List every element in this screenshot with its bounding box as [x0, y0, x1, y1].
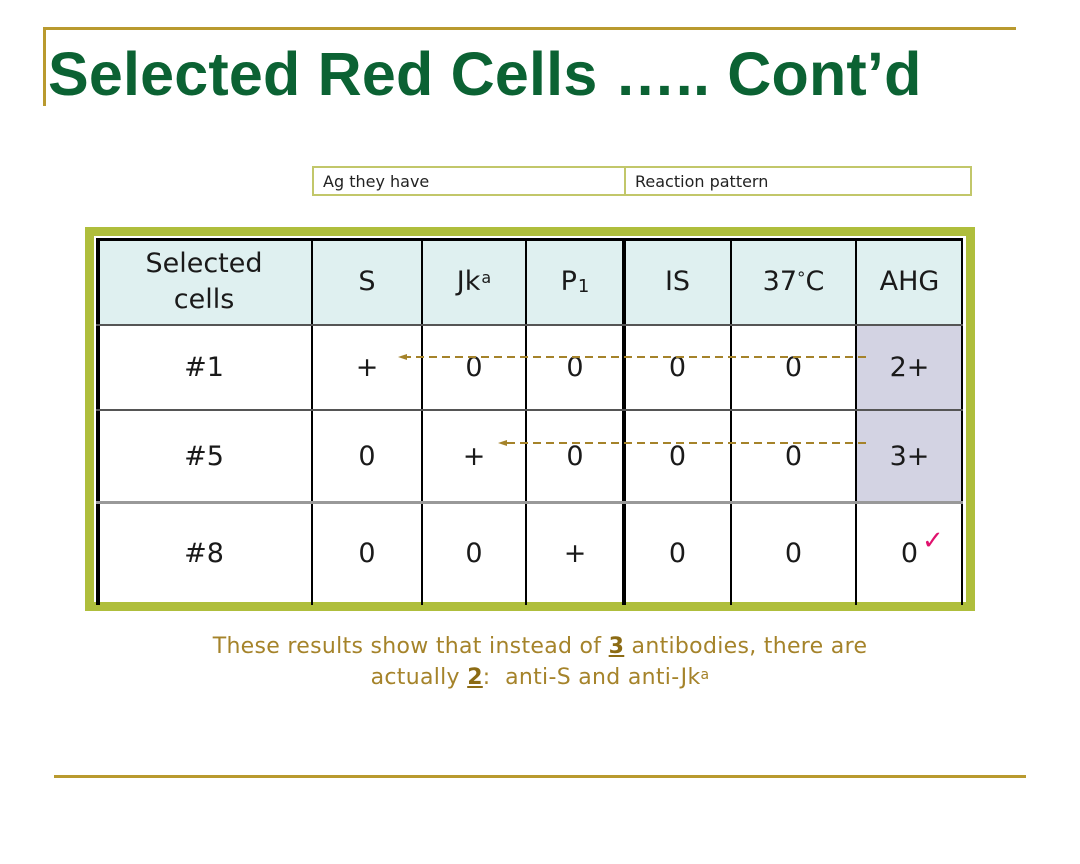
grid-line — [525, 238, 527, 605]
header-p1-sub: 1 — [577, 275, 590, 297]
row2-37c: 0 — [784, 440, 803, 472]
summary-count-2: 2 — [467, 665, 483, 690]
title-top-rule — [44, 27, 1016, 30]
header-s-label: S — [358, 265, 376, 297]
row1-jka: 0 — [465, 352, 483, 383]
row2-ahg: 3+ — [856, 410, 963, 502]
row2-p1: 0 — [566, 440, 584, 472]
summary-count-3: 3 — [608, 634, 625, 659]
row1-p1: 0 — [566, 352, 584, 383]
header-is: IS — [624, 238, 731, 325]
grid-line — [855, 238, 857, 605]
row1-s: + — [355, 352, 379, 383]
row3-ahg: 0 — [900, 538, 919, 569]
grid-line — [96, 238, 100, 605]
row2-jka: + — [462, 440, 486, 472]
row3-p1: + — [563, 538, 587, 569]
title-left-rule — [43, 27, 46, 106]
legend-table: Ag they have Reaction pattern — [312, 166, 972, 196]
summary-line2-sup: a — [700, 667, 710, 683]
header-ahg: AHG — [856, 238, 963, 325]
slide-title: Selected Red Cells ….. Cont’d — [48, 40, 922, 108]
summary-line2: actually 2: anti-S and anti-Jka — [140, 662, 940, 693]
summary-line1-pre: These results show that instead of — [212, 634, 609, 659]
header-jka-sup: a — [481, 268, 492, 288]
header-selected-cells: Selected cells — [96, 238, 312, 325]
row1-cell-id: #1 — [184, 352, 224, 383]
header-s: S — [312, 238, 422, 325]
row1-37c: 0 — [784, 352, 803, 383]
summary-text: These results show that instead of 3 ant… — [140, 631, 940, 693]
summary-line2-post: : anti-S and anti-Jk — [482, 665, 701, 690]
grid-line — [96, 501, 963, 504]
row3-37c: 0 — [784, 538, 803, 569]
checkmark-icon: ✓ — [922, 526, 944, 556]
header-37-unit: C — [805, 265, 825, 297]
row3-jka: 0 — [465, 538, 483, 569]
selected-cells-table: Selected cells S Jk a P1 IS 37 ° C AHG #1 +… — [96, 238, 963, 605]
row3-is: 0 — [668, 538, 687, 569]
header-p1-base: P — [560, 265, 577, 297]
grid-line — [96, 238, 963, 241]
legend-antigens-label: Ag they have — [314, 168, 626, 194]
header-37c: 37 ° C — [731, 238, 856, 325]
header-37-num: 37 — [762, 265, 797, 297]
grid-line — [622, 238, 626, 605]
header-is-label: IS — [664, 265, 691, 297]
row2-cell-id: #5 — [184, 440, 224, 472]
grid-line — [730, 238, 732, 605]
header-p1: P1 — [526, 238, 624, 325]
summary-line1: These results show that instead of 3 ant… — [140, 631, 940, 662]
row3-cell-id: #8 — [184, 538, 224, 569]
grid-line — [96, 324, 963, 326]
header-selected-line1: Selected — [145, 248, 263, 280]
summary-line1-post: antibodies, there are — [624, 634, 868, 659]
header-selected-line2: cells — [173, 283, 235, 315]
grid-line — [311, 238, 313, 605]
legend-reaction-label: Reaction pattern — [635, 171, 769, 191]
row2-is: 0 — [668, 440, 687, 472]
header-jka: Jk a — [422, 238, 526, 325]
grid-line — [96, 409, 963, 411]
header-ahg-label: AHG — [879, 265, 940, 297]
footer-rule — [54, 775, 1026, 778]
row1-is: 0 — [668, 352, 687, 383]
row2-s: 0 — [358, 440, 376, 472]
header-37-deg: ° — [797, 269, 806, 290]
grid-line — [421, 238, 423, 605]
row3-s: 0 — [358, 538, 376, 569]
grid-line — [961, 238, 963, 605]
summary-line2-pre: actually — [370, 665, 468, 690]
row1-ahg: 2+ — [856, 325, 963, 410]
header-jka-base: Jk — [456, 265, 481, 297]
